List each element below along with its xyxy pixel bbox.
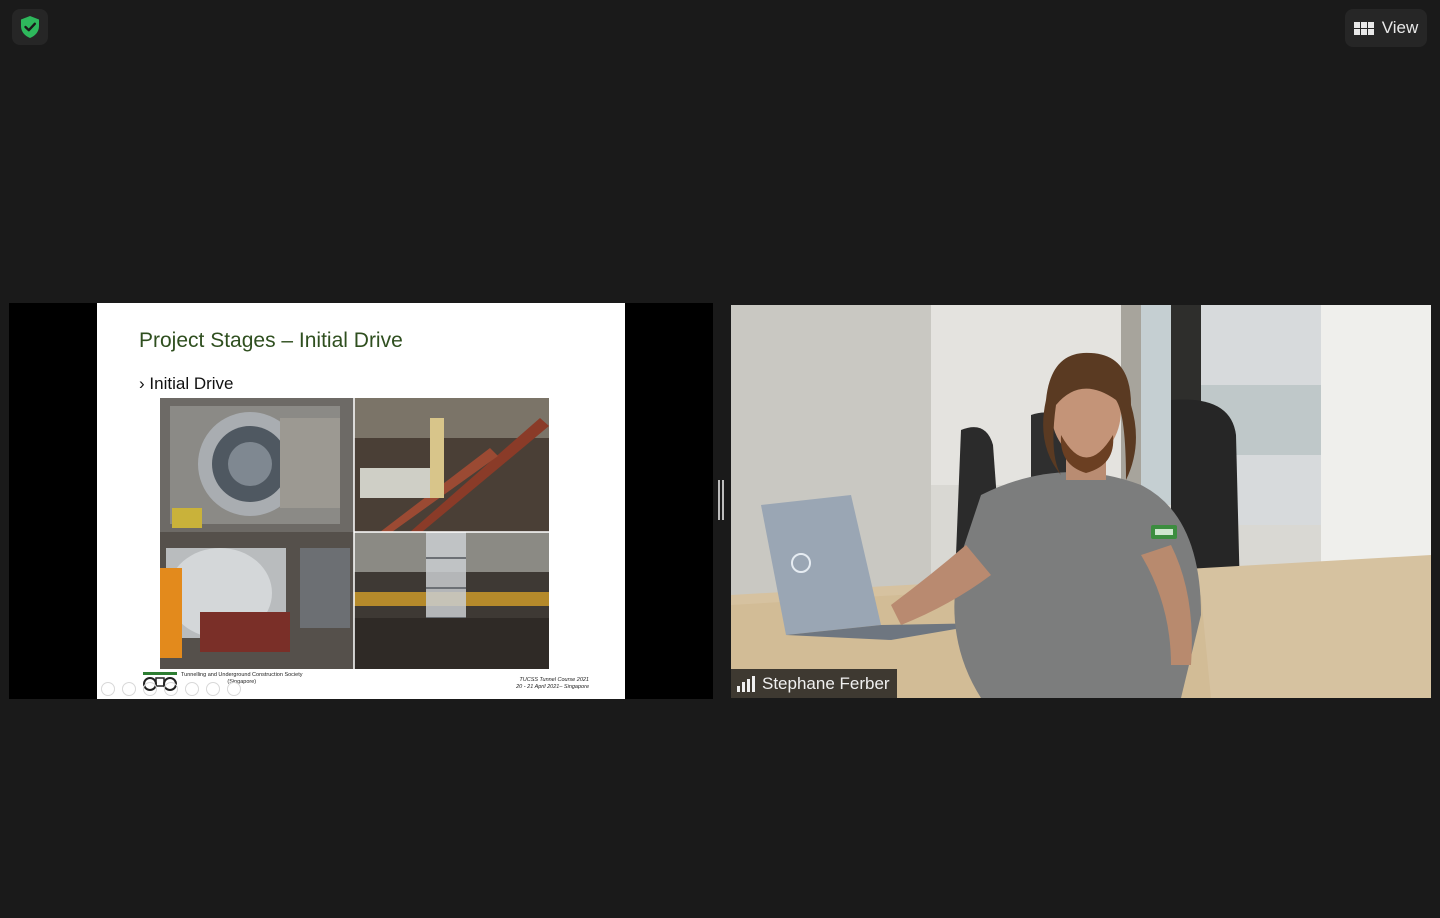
pen-icon[interactable] xyxy=(143,682,157,696)
view-button[interactable]: View xyxy=(1345,9,1427,47)
grid-icon xyxy=(1353,21,1374,35)
subtitle-icon[interactable] xyxy=(206,682,220,696)
panel-resize-handle[interactable] xyxy=(718,480,724,520)
shared-screen-panel[interactable]: Project Stages – Initial Drive › Initial… xyxy=(9,303,713,699)
view-button-label: View xyxy=(1381,18,1419,37)
prev-slide-icon[interactable] xyxy=(101,682,115,696)
next-slide-icon[interactable] xyxy=(122,682,136,696)
zoom-icon[interactable] xyxy=(185,682,199,696)
security-shield-button[interactable] xyxy=(12,9,48,45)
participant-video[interactable] xyxy=(731,305,1431,698)
slide-title: Project Stages – Initial Drive xyxy=(139,329,403,352)
slides-grid-icon[interactable] xyxy=(164,682,178,696)
slideshow-nav-controls[interactable] xyxy=(101,682,241,696)
shield-check-icon xyxy=(21,16,39,38)
slide-footer-event: TUCSS Tunnel Course 2021 20 - 21 April 2… xyxy=(516,677,589,690)
participant-name: Stephane Ferber xyxy=(762,673,890,693)
bullet-text: Initial Drive xyxy=(149,374,234,393)
tunnel-photo-collage xyxy=(160,398,549,669)
signal-bars-icon xyxy=(737,675,755,692)
participant-name-tag: Stephane Ferber xyxy=(731,669,897,698)
footer-org-line1: Tunnelling and Underground Construction … xyxy=(181,672,303,678)
bullet-marker: › xyxy=(139,374,145,393)
presentation-slide: Project Stages – Initial Drive › Initial… xyxy=(97,303,625,699)
slide-bullet: › Initial Drive xyxy=(139,374,234,394)
footer-event-line2: 20 - 21 April 2021– Singapore xyxy=(516,683,589,690)
footer-event-line1: TUCSS Tunnel Course 2021 xyxy=(519,677,589,683)
more-options-icon[interactable] xyxy=(227,682,241,696)
